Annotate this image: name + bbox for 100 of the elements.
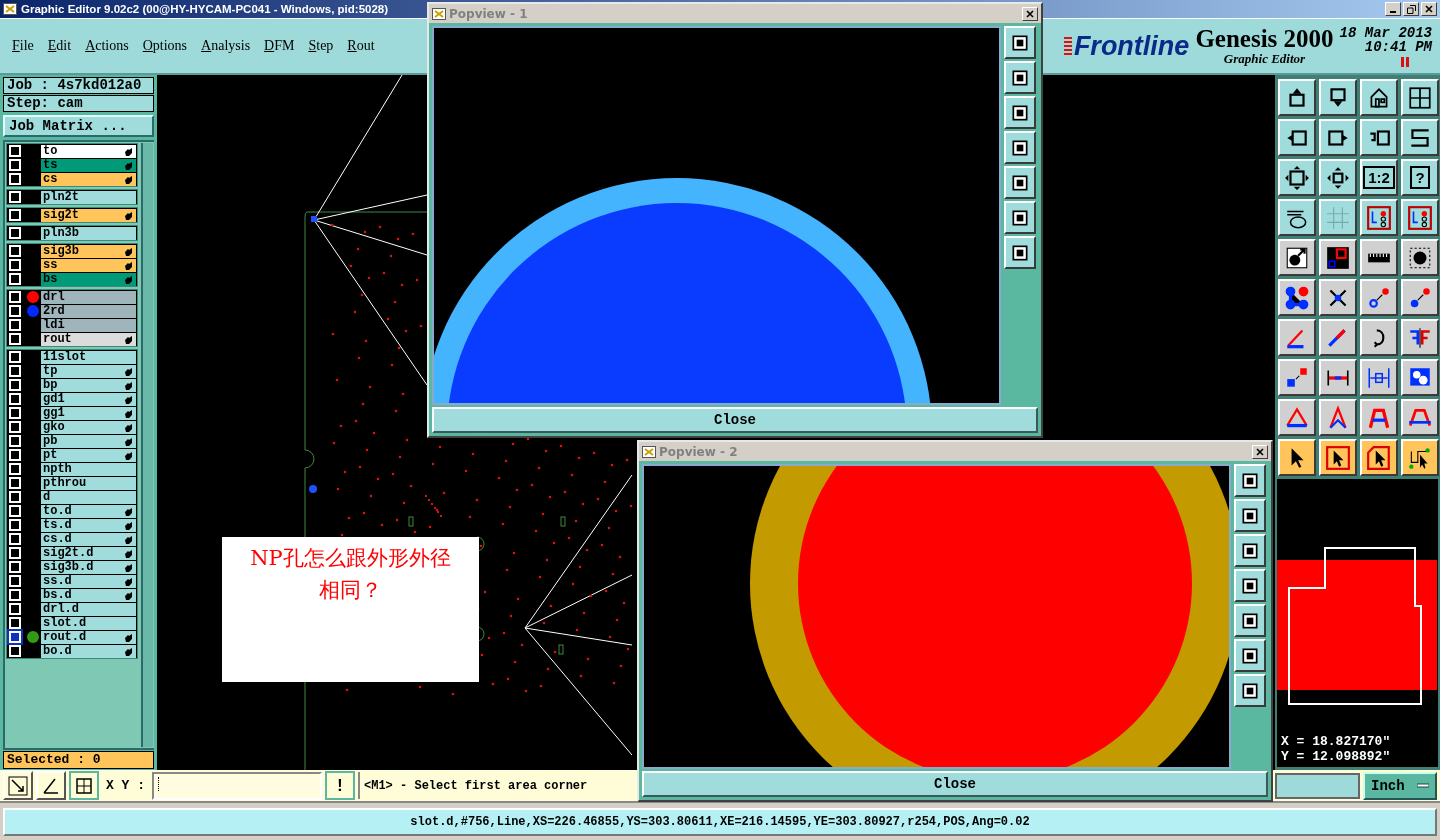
- layer-checkbox[interactable]: [9, 463, 21, 475]
- line-button[interactable]: [1278, 319, 1316, 356]
- menu-item[interactable]: Step: [308, 38, 334, 54]
- view-button[interactable]: [1004, 131, 1036, 164]
- layer-name[interactable]: bo.d: [41, 644, 136, 658]
- view-button[interactable]: [1004, 201, 1036, 234]
- box-arrow-left-button[interactable]: [1278, 119, 1316, 156]
- layer-name[interactable]: to: [41, 144, 136, 158]
- layer-name[interactable]: sig2t.d: [41, 546, 136, 560]
- pointer-net-button[interactable]: [1401, 439, 1439, 476]
- layer-checkbox[interactable]: [9, 547, 21, 559]
- ruler-button[interactable]: [1360, 239, 1398, 276]
- scrollbar[interactable]: [141, 143, 153, 747]
- segment-button[interactable]: [1319, 359, 1357, 396]
- minimize-button[interactable]: [1385, 2, 1401, 16]
- layer-name[interactable]: drl.d: [41, 602, 136, 616]
- view-button[interactable]: [1004, 26, 1036, 59]
- arch-button[interactable]: [1401, 399, 1439, 436]
- layer-checkbox[interactable]: [9, 351, 21, 363]
- view-button[interactable]: [1234, 604, 1266, 637]
- layer-checkbox[interactable]: [9, 173, 21, 185]
- layer-name[interactable]: pln2t: [41, 190, 136, 204]
- pointer-box-button[interactable]: [1319, 439, 1357, 476]
- expand-button[interactable]: [1278, 159, 1316, 196]
- layer-checkbox[interactable]: [9, 305, 21, 317]
- menu-item[interactable]: Edit: [47, 38, 72, 54]
- layer-name[interactable]: pthrou: [41, 476, 136, 490]
- alert-button[interactable]: !: [325, 771, 355, 800]
- layer-checkbox[interactable]: [9, 191, 21, 203]
- pad-button[interactable]: [1401, 239, 1439, 276]
- cross-button[interactable]: [1319, 279, 1357, 316]
- layer-checkbox[interactable]: [9, 589, 21, 601]
- box-arrow-down-button[interactable]: [1319, 79, 1357, 116]
- layer-checkbox[interactable]: [9, 617, 21, 629]
- help-button[interactable]: ?: [1401, 159, 1439, 196]
- view-button[interactable]: [1234, 569, 1266, 602]
- layer-checkbox[interactable]: [9, 645, 21, 657]
- layer-checkbox[interactable]: [9, 407, 21, 419]
- layer-name[interactable]: ts: [41, 158, 136, 172]
- tools-palette-button[interactable]: [1278, 199, 1316, 236]
- layer-checkbox[interactable]: [9, 291, 21, 303]
- close-button[interactable]: Close: [642, 771, 1268, 797]
- layer-name[interactable]: pt: [41, 448, 136, 462]
- layer-name[interactable]: cs: [41, 172, 136, 186]
- curved-arrow-button[interactable]: [1360, 319, 1398, 356]
- window-grid-button[interactable]: [1401, 79, 1439, 116]
- dot-arrow-button[interactable]: [1401, 279, 1439, 316]
- layer-name[interactable]: bs.d: [41, 588, 136, 602]
- layer-checkbox[interactable]: [9, 533, 21, 545]
- layer-name[interactable]: ldi: [41, 318, 136, 332]
- grid-snap-button[interactable]: [69, 771, 99, 800]
- layer-checkbox[interactable]: [9, 333, 21, 345]
- layer-name[interactable]: gd1: [41, 392, 136, 406]
- menu-item[interactable]: Rout: [347, 38, 375, 54]
- layer-name[interactable]: sig3b.d: [41, 560, 136, 574]
- layer-checkbox[interactable]: [9, 575, 21, 587]
- layer-name[interactable]: to.d: [41, 504, 136, 518]
- menu-item[interactable]: Actions: [85, 38, 129, 54]
- undo-button[interactable]: [1360, 119, 1398, 156]
- layer-name[interactable]: pb: [41, 434, 136, 448]
- shapes-button[interactable]: [1401, 359, 1439, 396]
- window-select-button[interactable]: [1319, 239, 1357, 276]
- measure-button[interactable]: [1360, 359, 1398, 396]
- layer-name[interactable]: sig2t: [41, 208, 136, 222]
- layer-name[interactable]: tp: [41, 364, 136, 378]
- grid-button[interactable]: [1319, 199, 1357, 236]
- units-dropdown[interactable]: Inch: [1363, 771, 1437, 800]
- ring-arrow-button[interactable]: [1360, 279, 1398, 316]
- menu-item[interactable]: File: [12, 38, 34, 54]
- layer-name[interactable]: pln3b: [41, 226, 136, 240]
- layer-checkbox[interactable]: [9, 273, 21, 285]
- job-matrix-button[interactable]: Job Matrix ...: [3, 115, 154, 137]
- triangle-button[interactable]: [1278, 399, 1316, 436]
- layer-name[interactable]: rout.d: [41, 630, 136, 644]
- layer-checkbox[interactable]: [9, 561, 21, 573]
- layer-checkbox[interactable]: [9, 631, 21, 643]
- view-button[interactable]: [1004, 236, 1036, 269]
- box-arrow-up-button[interactable]: [1278, 79, 1316, 116]
- layer-checkbox[interactable]: [9, 421, 21, 433]
- close-button[interactable]: [1421, 2, 1437, 16]
- layer-name[interactable]: cs.d: [41, 532, 136, 546]
- view-button[interactable]: [1234, 674, 1266, 707]
- layer-name[interactable]: npth: [41, 462, 136, 476]
- circuit-button[interactable]: [1401, 199, 1439, 236]
- layer-checkbox[interactable]: [9, 393, 21, 405]
- view-button[interactable]: [1004, 166, 1036, 199]
- layer-checkbox[interactable]: [9, 209, 21, 221]
- layer-checkbox[interactable]: [9, 227, 21, 239]
- layer-checkbox[interactable]: [9, 491, 21, 503]
- view-button[interactable]: [1234, 534, 1266, 567]
- close-button[interactable]: Close: [432, 407, 1038, 433]
- zoom-button[interactable]: [3, 771, 33, 800]
- line-button[interactable]: [1319, 319, 1357, 356]
- layer-checkbox[interactable]: [9, 505, 21, 517]
- layer-name[interactable]: gg1: [41, 406, 136, 420]
- layer-checkbox[interactable]: [9, 259, 21, 271]
- layer-name[interactable]: drl: [41, 290, 136, 304]
- layer-name[interactable]: ts.d: [41, 518, 136, 532]
- s-curve-button[interactable]: [1401, 119, 1439, 156]
- angle-button[interactable]: [36, 771, 66, 800]
